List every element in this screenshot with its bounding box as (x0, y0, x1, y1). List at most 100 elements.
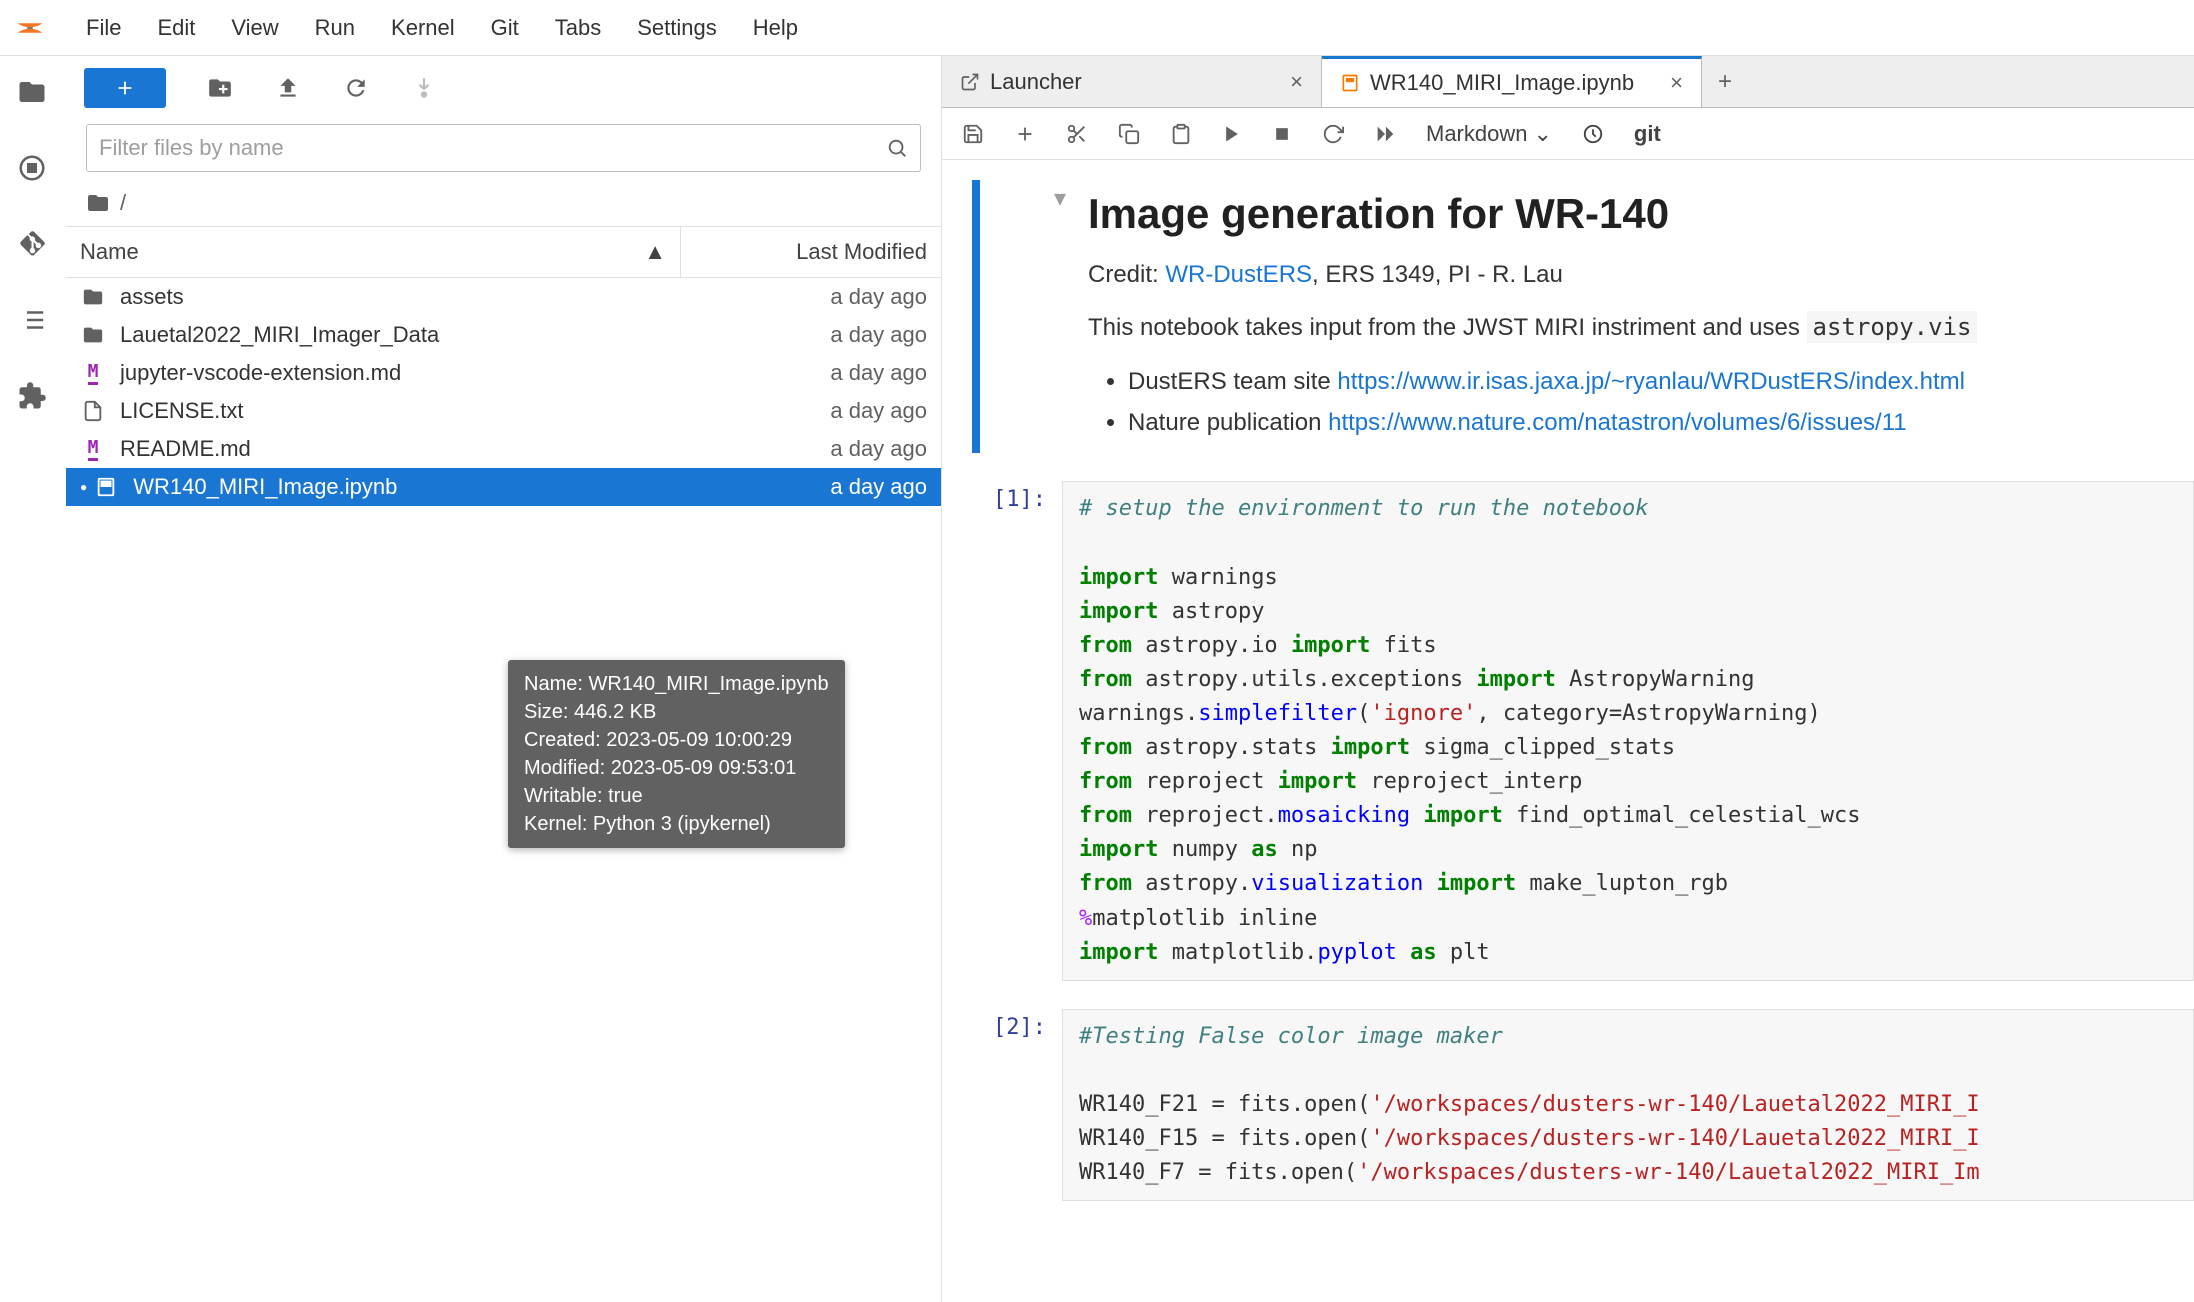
close-icon[interactable]: × (1290, 69, 1303, 95)
file-modified: a day ago (681, 360, 927, 386)
credit-link[interactable]: WR-DustERS (1165, 261, 1312, 288)
file-modified: a day ago (681, 474, 927, 500)
folder-icon (86, 191, 110, 215)
paste-icon[interactable] (1170, 123, 1192, 145)
notebook-icon (1340, 73, 1360, 93)
extensions-tab-icon[interactable] (16, 380, 48, 412)
list-item: Nature publication https://www.nature.co… (1128, 403, 2174, 444)
col-modified-header[interactable]: Last Modified (681, 227, 941, 277)
menu-kernel[interactable]: Kernel (373, 7, 473, 49)
code-content[interactable]: #Testing False color image maker WR140_F… (1062, 1009, 2194, 1201)
menu-help[interactable]: Help (735, 7, 816, 49)
file-list-header: Name ▲ Last Modified (66, 226, 941, 278)
file-row[interactable]: Mjupyter-vscode-extension.mda day ago (66, 354, 941, 392)
activity-bar (0, 56, 66, 1302)
filter-input[interactable] (99, 135, 886, 161)
file-name: assets (120, 284, 681, 310)
jupyter-logo[interactable] (12, 10, 48, 46)
markdown-content: Image generation for WR-140 Credit: WR-D… (1088, 180, 2194, 453)
menu-run[interactable]: Run (297, 7, 373, 49)
menu-git[interactable]: Git (473, 7, 537, 49)
file-modified: a day ago (681, 284, 927, 310)
menu-file[interactable]: File (68, 7, 139, 49)
notebook-body: ▼ Image generation for WR-140 Credit: WR… (942, 160, 2194, 1302)
file-browser-toolbar (66, 56, 941, 120)
tab-launcher[interactable]: Launcher × (942, 56, 1322, 107)
file-name: README.md (120, 436, 681, 462)
cell-prompt: [1]: (972, 481, 1062, 980)
file-row[interactable]: WR140_MIRI_Image.ipynba day ago (66, 468, 941, 506)
code-content[interactable]: # setup the environment to run the noteb… (1062, 481, 2194, 980)
notebook-icon (93, 476, 119, 498)
restart-icon[interactable] (1322, 123, 1344, 145)
tab-bar: Launcher × WR140_MIRI_Image.ipynb × + (942, 56, 2194, 108)
cell-prompt: ▼ (998, 180, 1088, 453)
file-name: jupyter-vscode-extension.md (120, 360, 681, 386)
file-name: Lauetal2022_MIRI_Imager_Data (120, 322, 681, 348)
breadcrumb[interactable]: / (66, 180, 941, 226)
menu-view[interactable]: View (213, 7, 296, 49)
folder-icon (80, 286, 106, 308)
new-launcher-button[interactable] (84, 68, 166, 108)
file-row[interactable]: Lauetal2022_MIRI_Imager_Dataa day ago (66, 316, 941, 354)
folder-icon (80, 324, 106, 346)
timing-icon[interactable] (1582, 123, 1604, 145)
tab-wr140-miri-image-ipynb[interactable]: WR140_MIRI_Image.ipynb × (1322, 56, 1702, 107)
menu-edit[interactable]: Edit (139, 7, 213, 49)
file-row[interactable]: assetsa day ago (66, 278, 941, 316)
run-all-icon[interactable] (1374, 123, 1396, 145)
new-folder-icon[interactable] (206, 74, 234, 102)
file-modified: a day ago (681, 436, 927, 462)
breadcrumb-path: / (120, 190, 126, 216)
save-icon[interactable] (962, 123, 984, 145)
code-cell[interactable]: [1]: # setup the environment to run the … (972, 481, 2194, 980)
cut-icon[interactable] (1066, 123, 1088, 145)
markdown-icon: M (80, 437, 106, 461)
upload-icon[interactable] (274, 74, 302, 102)
top-menu-bar: FileEditViewRunKernelGitTabsSettingsHelp (0, 0, 2194, 56)
collapse-icon[interactable]: ▼ (1054, 186, 1066, 210)
search-icon (886, 137, 908, 159)
code-cell[interactable]: [2]: #Testing False color image maker WR… (972, 1009, 2194, 1201)
cell-prompt: [2]: (972, 1009, 1062, 1201)
menu-settings[interactable]: Settings (619, 7, 735, 49)
nature-link[interactable]: https://www.nature.com/natastron/volumes… (1328, 409, 1907, 436)
git-tab-icon[interactable] (16, 228, 48, 260)
toc-tab-icon[interactable] (16, 304, 48, 336)
file-tooltip: Name: WR140_MIRI_Image.ipynb Size: 446.2… (508, 660, 845, 848)
notebook-title: Image generation for WR-140 (1088, 190, 2174, 238)
git-button[interactable]: git (1634, 121, 1661, 147)
run-icon[interactable] (1222, 124, 1242, 144)
cell-indicator (972, 180, 980, 453)
markdown-cell[interactable]: ▼ Image generation for WR-140 Credit: WR… (972, 180, 2194, 453)
file-modified: a day ago (681, 398, 927, 424)
copy-icon[interactable] (1118, 123, 1140, 145)
dusters-link[interactable]: https://www.ir.isas.jaxa.jp/~ryanlau/WRD… (1337, 368, 1965, 395)
launcher-icon (960, 72, 980, 92)
tab-label: Launcher (990, 69, 1082, 95)
refresh-icon[interactable] (342, 74, 370, 102)
content-area: Launcher × WR140_MIRI_Image.ipynb × + Markdo… (942, 56, 2194, 1302)
add-tab-button[interactable]: + (1702, 56, 1748, 107)
stop-icon[interactable] (1272, 124, 1292, 144)
file-name: WR140_MIRI_Image.ipynb (133, 474, 681, 500)
file-row[interactable]: LICENSE.txta day ago (66, 392, 941, 430)
col-name-header[interactable]: Name ▲ (66, 227, 681, 277)
list-item: DustERS team site https://www.ir.isas.ja… (1128, 362, 2174, 403)
chevron-down-icon: ⌄ (1533, 121, 1551, 147)
file-row[interactable]: M README.mda day ago (66, 430, 941, 468)
add-cell-icon[interactable] (1014, 123, 1036, 145)
close-icon[interactable]: × (1670, 70, 1683, 96)
tab-label: WR140_MIRI_Image.ipynb (1370, 70, 1634, 96)
git-pull-icon[interactable] (410, 74, 438, 102)
sort-icon: ▲ (644, 239, 666, 265)
running-tab-icon[interactable] (16, 152, 48, 184)
file-modified: a day ago (681, 322, 927, 348)
file-icon (80, 400, 106, 422)
files-tab-icon[interactable] (16, 76, 48, 108)
cell-type-select[interactable]: Markdown ⌄ (1426, 121, 1552, 147)
file-browser: / Name ▲ Last Modified assetsa day agoLa… (66, 56, 942, 1302)
file-name: LICENSE.txt (120, 398, 681, 424)
menu-tabs[interactable]: Tabs (537, 7, 619, 49)
file-filter[interactable] (86, 124, 921, 172)
